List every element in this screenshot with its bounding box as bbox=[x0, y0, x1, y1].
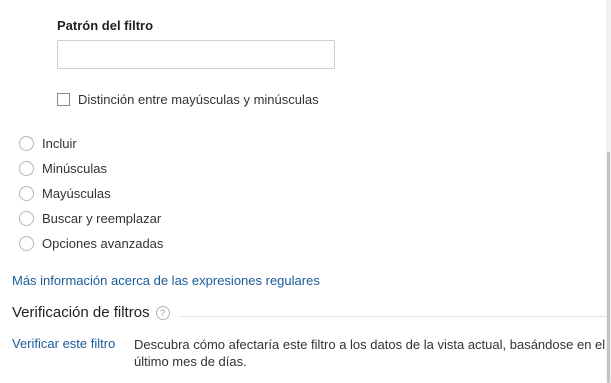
regex-help-link[interactable]: Más información acerca de las expresione… bbox=[12, 273, 320, 288]
section-divider bbox=[180, 316, 606, 317]
radio-button[interactable] bbox=[19, 236, 34, 251]
filter-pattern-label: Patrón del filtro bbox=[57, 18, 154, 33]
case-sensitive-checkbox[interactable] bbox=[57, 92, 70, 106]
verify-filter-link[interactable]: Verificar este filtro bbox=[12, 336, 115, 351]
vertical-scrollbar-thumb[interactable] bbox=[607, 152, 610, 383]
radio-label: Buscar y reemplazar bbox=[42, 211, 162, 226]
radio-button[interactable] bbox=[19, 136, 34, 151]
radio-option-uppercase[interactable]: Mayúsculas bbox=[19, 181, 163, 206]
verify-filter-description: Descubra cómo afectaría este filtro a lo… bbox=[134, 337, 606, 369]
section-title: Verificación de filtros bbox=[12, 304, 150, 321]
radio-label: Minúsculas bbox=[42, 161, 108, 176]
filter-type-radio-group: Incluir Minúsculas Mayúsculas Buscar y r… bbox=[19, 131, 163, 256]
filter-verification-heading: Verificación de filtros ? bbox=[12, 304, 170, 321]
radio-option-lowercase[interactable]: Minúsculas bbox=[19, 156, 163, 181]
radio-option-search-replace[interactable]: Buscar y reemplazar bbox=[19, 206, 163, 231]
case-sensitive-label: Distinción entre mayúsculas y minúsculas bbox=[78, 91, 319, 107]
radio-label: Incluir bbox=[42, 136, 77, 151]
radio-button[interactable] bbox=[19, 211, 34, 226]
radio-option-advanced[interactable]: Opciones avanzadas bbox=[19, 231, 163, 256]
radio-label: Opciones avanzadas bbox=[42, 236, 164, 251]
case-sensitive-option[interactable]: Distinción entre mayúsculas y minúsculas bbox=[57, 91, 319, 107]
question-mark-icon[interactable]: ? bbox=[155, 305, 170, 320]
radio-option-include[interactable]: Incluir bbox=[19, 131, 163, 156]
radio-button[interactable] bbox=[19, 186, 34, 201]
filter-pattern-input[interactable] bbox=[57, 40, 335, 69]
radio-label: Mayúsculas bbox=[42, 186, 111, 201]
radio-button[interactable] bbox=[19, 161, 34, 176]
